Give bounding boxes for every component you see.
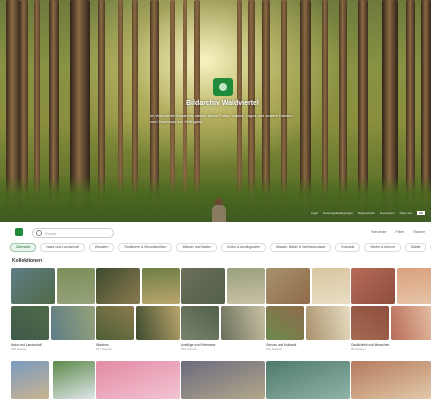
thumbnail-image[interactable] — [266, 361, 350, 399]
tab-item[interactable]: Kulinarik — [335, 243, 361, 252]
collection-count: 345 Dateien — [11, 347, 28, 351]
tab-item[interactable]: Natur und Landschaft — [40, 243, 85, 252]
collection-card[interactable]: Ausflüge und Erlebnisse 256 Dateien — [181, 268, 265, 351]
tab-item[interactable]: Städte — [404, 243, 427, 252]
collection-card[interactable]: Genuss und Kulinarik 164 Dateien — [266, 268, 350, 351]
collection-count: 98 Dateien — [351, 347, 366, 351]
collection-card[interactable]: Wandern 187 Dateien — [96, 268, 180, 351]
app-logo-icon[interactable] — [15, 228, 23, 236]
collection-thumbnails — [96, 268, 180, 340]
tab-item[interactable]: Wandern — [88, 243, 115, 252]
thumbnail-image — [11, 306, 49, 340]
thumbnail-image — [136, 306, 180, 340]
second-row-collections — [11, 361, 431, 399]
hero-banner: Bildarchiv Waldviertel Im Waldviertel Bi… — [0, 0, 431, 222]
thumbnail-image — [181, 306, 219, 340]
link-privacy[interactable]: Datenschutz — [358, 211, 375, 215]
link-login[interactable]: Login — [311, 211, 318, 215]
tab-item[interactable]: Übersicht — [10, 243, 37, 252]
tab-item[interactable]: Kultur & Ausflugsziele — [221, 243, 266, 252]
toolbar: Suche Neueste Filter Raster — [0, 226, 431, 239]
thumbnail-image — [351, 306, 389, 340]
collection-count: 164 Dateien — [266, 347, 283, 351]
thumbnail-image[interactable] — [53, 361, 95, 399]
thumbnail-image[interactable] — [96, 361, 180, 399]
view-toggle[interactable]: Raster — [413, 229, 425, 234]
search-placeholder: Suche — [45, 230, 57, 236]
thumbnail-image — [96, 306, 134, 340]
search-input[interactable]: Suche — [32, 228, 114, 238]
thumbnail-image — [51, 306, 95, 340]
hiker-figure — [210, 198, 228, 222]
collection-thumbnails — [11, 268, 95, 340]
thumbnail-image[interactable] — [181, 361, 265, 399]
tab-item[interactable]: Winter & Advent — [364, 243, 401, 252]
view-controls: Neueste Filter Raster — [371, 229, 425, 234]
thumbnail-image — [312, 268, 350, 304]
collection-card[interactable]: Natur und Landschaft 345 Dateien — [11, 268, 95, 351]
thumbnail-image — [221, 306, 265, 340]
filter-button[interactable]: Filter — [395, 229, 404, 234]
collection-count: 187 Dateien — [96, 347, 113, 351]
thumbnail-image — [57, 268, 95, 304]
thumbnail-image[interactable] — [11, 361, 49, 399]
hero-links: Login Nutzungsbedingungen Datenschutz Im… — [311, 211, 425, 215]
tab-item[interactable]: Wasser und Baden — [176, 243, 218, 252]
thumbnail-image — [397, 268, 431, 304]
thumbnail-image — [266, 268, 310, 304]
thumbnail-image — [351, 268, 395, 304]
thumbnail-image — [266, 306, 304, 340]
tab-item[interactable]: Wasser, Bäder & Wellnessurlaub — [269, 243, 332, 252]
hero-title: Bildarchiv Waldviertel — [186, 100, 259, 107]
collection-thumbnails — [266, 268, 350, 340]
collection-thumbnails — [181, 268, 265, 340]
thumbnail-image — [11, 268, 55, 304]
language-switch[interactable]: DE — [416, 211, 425, 215]
hero-subtitle: Im Waldviertel Bildarchiv stehen Ihnen F… — [150, 113, 293, 124]
thumbnail-image — [181, 268, 225, 304]
section-title: Kollektionen — [12, 258, 43, 264]
thumbnail-image — [96, 268, 140, 304]
link-terms[interactable]: Nutzungsbedingungen — [323, 211, 353, 215]
link-imprint[interactable]: Impressum — [380, 211, 395, 215]
collection-card[interactable]: Gastlichkeit und Menschen 98 Dateien — [351, 268, 431, 351]
sort-dropdown[interactable]: Neueste — [371, 229, 386, 234]
thumbnail-image — [142, 268, 180, 304]
search-icon — [36, 230, 42, 236]
category-tabs: Übersicht Natur und Landschaft Wandern Radf… — [10, 243, 431, 252]
collection-thumbnails — [351, 268, 431, 340]
collection-count: 256 Dateien — [181, 347, 198, 351]
thumbnail-image — [391, 306, 431, 340]
thumbnail-image — [306, 306, 350, 340]
tab-item[interactable]: Radfahren & Mountainbiken — [118, 243, 173, 252]
thumbnail-image[interactable] — [351, 361, 431, 399]
link-about[interactable]: Über uns — [400, 211, 412, 215]
thumbnail-image — [227, 268, 265, 304]
waldviertel-logo-icon — [213, 78, 233, 96]
